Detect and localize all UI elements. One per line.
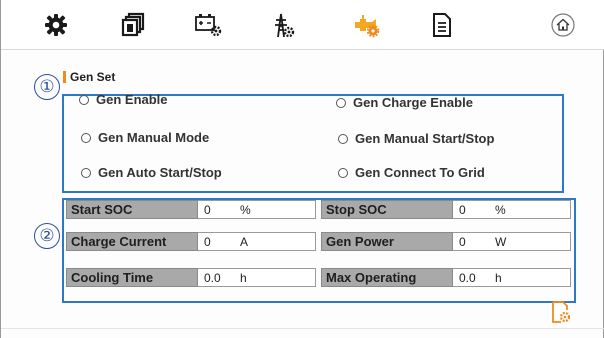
max-operating-value: 0.0 <box>459 270 476 285</box>
stop-soc-input[interactable]: 0 % <box>453 200 571 219</box>
charge-current-label: Charge Current <box>66 232 198 251</box>
annotation-marker-2: ② <box>34 223 60 249</box>
radio-label: Gen Enable <box>96 92 168 107</box>
radio-label: Gen Charge Enable <box>353 95 473 110</box>
radio-label: Gen Manual Start/Stop <box>355 131 495 146</box>
radio-label: Gen Manual Mode <box>98 130 210 145</box>
home-icon[interactable] <box>546 10 580 40</box>
start-soc-input[interactable]: 0 % <box>198 200 316 219</box>
app-frame: ① ② Gen Set Gen Enable Gen Charge Enable… <box>0 0 604 338</box>
max-operating-field: Max Operating 0.0 h <box>321 268 571 287</box>
start-soc-label: Start SOC <box>66 200 198 219</box>
charge-current-value: 0 <box>204 234 211 249</box>
radio-circle <box>81 167 91 178</box>
cooling-time-value: 0.0 <box>204 270 221 285</box>
max-operating-label: Max Operating <box>321 268 453 287</box>
grid-tower-settings-icon[interactable] <box>265 10 299 40</box>
radio-label: Gen Auto Start/Stop <box>98 165 222 180</box>
radio-gen-auto-start-stop[interactable]: Gen Auto Start/Stop <box>81 165 222 180</box>
annotation-marker-1: ① <box>34 74 60 100</box>
stop-soc-value: 0 <box>459 202 466 217</box>
title-accent-bar <box>63 71 66 83</box>
gen-power-input[interactable]: 0 W <box>453 232 571 251</box>
gen-power-label: Gen Power <box>321 232 453 251</box>
gear-icon[interactable] <box>39 10 73 40</box>
stop-soc-field: Stop SOC 0 % <box>321 200 571 219</box>
max-operating-unit: h <box>495 270 502 285</box>
battery-stack-icon[interactable] <box>115 10 149 40</box>
radio-circle <box>336 97 346 108</box>
section-title: Gen Set <box>63 70 115 84</box>
gen-power-value: 0 <box>459 234 466 249</box>
cooling-time-field: Cooling Time 0.0 h <box>66 268 316 287</box>
start-soc-field: Start SOC 0 % <box>66 200 316 219</box>
radio-gen-connect-to-grid[interactable]: Gen Connect To Grid <box>338 165 485 180</box>
charge-current-input[interactable]: 0 A <box>198 232 316 251</box>
cooling-time-input[interactable]: 0.0 h <box>198 268 316 287</box>
radio-circle <box>338 167 348 178</box>
document-icon[interactable] <box>425 10 459 40</box>
top-toolbar <box>1 0 604 50</box>
radio-gen-enable[interactable]: Gen Enable <box>79 92 168 107</box>
battery-settings-icon[interactable] <box>191 10 225 40</box>
radio-label: Gen Connect To Grid <box>355 165 485 180</box>
max-operating-input[interactable]: 0.0 h <box>453 268 571 287</box>
gen-power-field: Gen Power 0 W <box>321 232 571 251</box>
radio-gen-manual-start-stop[interactable]: Gen Manual Start/Stop <box>338 131 494 146</box>
start-soc-value: 0 <box>204 202 211 217</box>
save-settings-icon[interactable] <box>550 300 572 324</box>
radio-circle <box>338 133 348 144</box>
charge-current-unit: A <box>240 234 249 249</box>
radio-gen-manual-mode[interactable]: Gen Manual Mode <box>81 130 209 145</box>
gen-power-unit: W <box>495 234 507 249</box>
cooling-time-label: Cooling Time <box>66 268 198 287</box>
radio-circle <box>79 94 89 105</box>
radio-circle <box>81 132 91 143</box>
stop-soc-label: Stop SOC <box>321 200 453 219</box>
generator-settings-icon[interactable] <box>351 10 385 40</box>
bottom-divider <box>1 328 604 329</box>
radio-gen-charge-enable[interactable]: Gen Charge Enable <box>336 95 473 110</box>
start-soc-unit: % <box>240 202 251 217</box>
gen-set-title: Gen Set <box>70 70 116 84</box>
charge-current-field: Charge Current 0 A <box>66 232 316 251</box>
stop-soc-unit: % <box>495 202 506 217</box>
cooling-time-unit: h <box>240 270 247 285</box>
